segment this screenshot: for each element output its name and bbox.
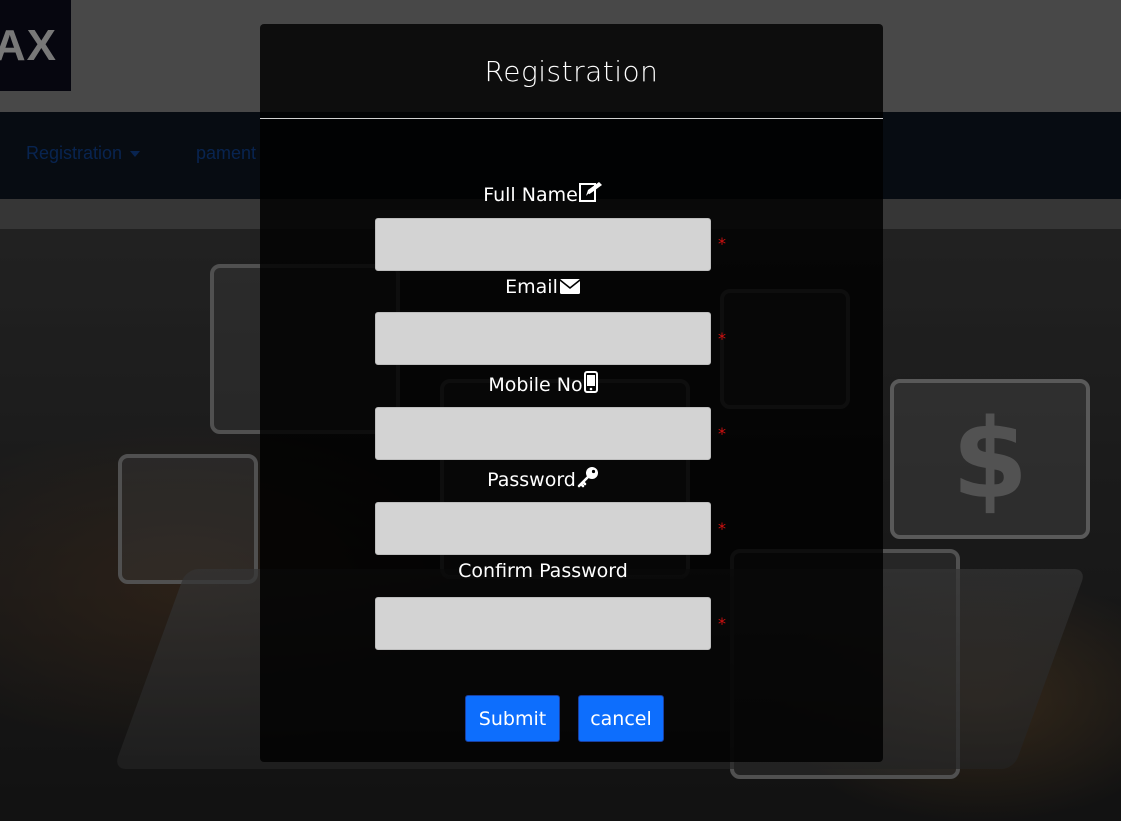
confirm-password-label: Confirm Password	[375, 560, 711, 582]
email-required-mark: *	[718, 329, 726, 348]
password-label-text: Password	[487, 469, 576, 491]
full-name-label: Full Name	[375, 181, 711, 208]
confirm-password-input[interactable]	[375, 597, 711, 650]
password-required-mark: *	[718, 519, 726, 538]
pencil-square-icon	[578, 181, 603, 208]
mobile-required-mark: *	[718, 424, 726, 443]
email-input[interactable]	[375, 312, 711, 365]
mobile-label-text: Mobile No	[488, 374, 583, 396]
mobile-label: Mobile No	[375, 371, 711, 398]
full-name-required-mark: *	[718, 234, 726, 253]
confirm-password-label-text: Confirm Password	[458, 560, 628, 582]
full-name-label-text: Full Name	[483, 184, 578, 206]
key-icon	[577, 466, 599, 493]
submit-button[interactable]: Submit	[465, 695, 560, 742]
email-label-text: Email	[505, 276, 558, 298]
mobile-input[interactable]	[375, 407, 711, 460]
password-input[interactable]	[375, 502, 711, 555]
modal-header: Registration	[260, 24, 883, 119]
registration-modal: Registration Full Name * Email * Mobile …	[260, 24, 883, 762]
mobile-phone-icon	[583, 371, 598, 398]
confirm-password-required-mark: *	[718, 614, 726, 633]
cancel-button[interactable]: cancel	[578, 695, 664, 742]
full-name-input[interactable]	[375, 218, 711, 271]
email-label: Email	[375, 276, 711, 300]
modal-title: Registration	[484, 54, 659, 88]
password-label: Password	[375, 466, 711, 493]
envelope-icon	[559, 278, 581, 300]
